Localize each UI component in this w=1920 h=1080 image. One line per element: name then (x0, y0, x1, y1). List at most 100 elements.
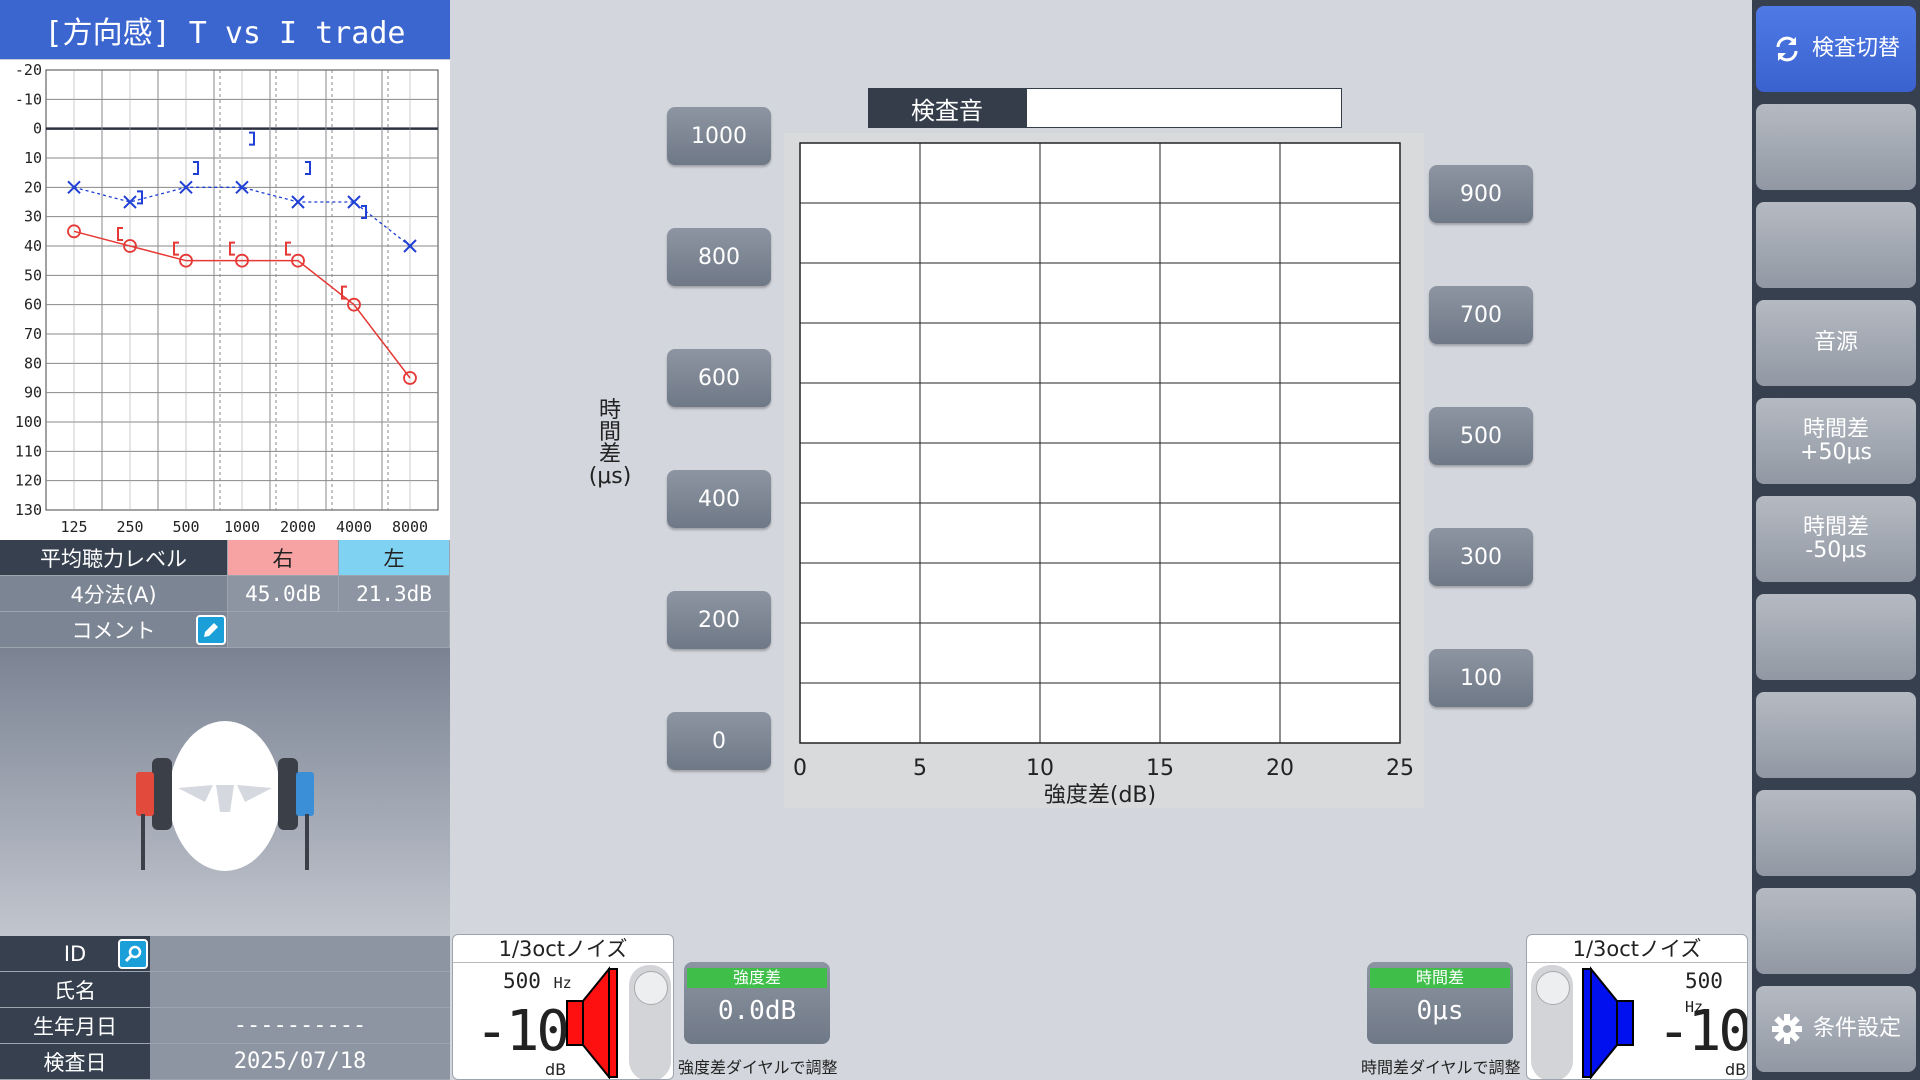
audiogram-x-tick: 500 (172, 518, 199, 536)
x-axis-label: 強度差(dB) (1043, 783, 1157, 808)
sidebar-button-10[interactable] (1756, 888, 1916, 974)
comment-value[interactable] (228, 612, 450, 648)
sidebar-button-7[interactable] (1756, 594, 1916, 680)
settings-button[interactable]: 条件設定 (1756, 986, 1916, 1072)
audiogram-y-tick: -20 (15, 61, 42, 79)
avg-hearing-level-row: 平均聴力レベル 右 左 (0, 540, 450, 576)
left-ear-average: 21.3dB (339, 576, 450, 612)
time-button-500[interactable]: 500 (1429, 407, 1533, 465)
sidebar-button-8[interactable] (1756, 692, 1916, 778)
audiogram-y-tick: 0 (33, 120, 42, 138)
audiogram-y-tick: 120 (15, 472, 42, 490)
time-button-200[interactable]: 200 (667, 591, 771, 649)
y-axis-label: 時 間 差 (μs) (578, 400, 642, 488)
time-button-300[interactable]: 300 (1429, 528, 1533, 586)
patient-name-label: 氏名 (0, 972, 150, 1008)
patient-name-row: 氏名 (0, 972, 450, 1008)
time-button-700[interactable]: 700 (1429, 286, 1533, 344)
sidebar-button-2[interactable] (1756, 104, 1916, 190)
left-signal-panel[interactable]: 1/3octノイズ 500 Hz -10 dB (1526, 934, 1748, 1080)
audiogram-y-tick: 60 (24, 296, 42, 314)
audiogram-y-tick: 50 (24, 266, 42, 284)
patient-id-value[interactable] (150, 936, 450, 972)
time-button-600[interactable]: 600 (667, 349, 771, 407)
patient-id-label-cell: ID (0, 936, 150, 972)
trade-grid-svg[interactable]: 0 5 10 15 20 25 (784, 133, 1424, 808)
time-button-800[interactable]: 800 (667, 228, 771, 286)
audiogram-y-tick: 10 (24, 149, 42, 167)
time-diff-value: 0μs (1416, 996, 1464, 1026)
y-axis-label-line4: (μs) (588, 464, 632, 489)
left-signal-title: 1/3octノイズ (1527, 935, 1747, 963)
comment-row: コメント (0, 612, 450, 648)
right-ear-average: 45.0dB (228, 576, 339, 612)
patient-birth-row: 生年月日 ---------- (0, 1008, 450, 1044)
exam-date-label: 検査日 (0, 1044, 150, 1080)
test-sound-label: 検査音 (868, 88, 1026, 128)
time-button-1000[interactable]: 1000 (667, 107, 771, 165)
y-axis-label-line2: 間 (598, 420, 621, 445)
intensity-diff-value: 0.0dB (717, 996, 797, 1026)
switch-test-label: 検査切替 (1811, 36, 1900, 62)
audiogram-x-tick: 2000 (280, 518, 316, 536)
switch-test-button[interactable]: 検査切替 (1756, 6, 1916, 92)
comment-label: コメント (71, 618, 156, 643)
right-signal-panel[interactable]: 1/3octノイズ 500 Hz -10 dB (452, 934, 674, 1080)
audiogram-y-tick: -10 (15, 90, 42, 108)
time-diff-plus-button[interactable]: 時間差 +50μs (1756, 398, 1916, 484)
patient-birth-label: 生年月日 (0, 1008, 150, 1044)
audiogram-y-tick: 80 (24, 354, 42, 372)
intensity-diff-header: 強度差 (687, 968, 827, 988)
audiogram-x-tick: 1000 (224, 518, 260, 536)
patient-birth-value[interactable]: ---------- (150, 1008, 450, 1044)
time-diff-minus-label2: -50μs (1805, 538, 1867, 563)
pencil-icon (204, 623, 218, 637)
right-signal-unit: dB (545, 1060, 567, 1079)
audiogram-y-tick: 90 (24, 384, 42, 402)
gear-icon (1771, 1013, 1803, 1045)
audiogram-y-tick: 70 (24, 325, 42, 343)
left-panel: [方向感] T vs I trade -20 -10 0 10 20 30 40 50 60 70… (0, 0, 450, 1080)
right-signal-frequency: 500 Hz (503, 969, 572, 993)
patient-name-value[interactable] (150, 972, 450, 1008)
time-diff-minus-button[interactable]: 時間差 -50μs (1756, 496, 1916, 582)
left-signal-unit: dB (1725, 1060, 1747, 1079)
sound-source-button[interactable]: 音源 (1756, 300, 1916, 386)
exam-date-value: 2025/07/18 (150, 1044, 450, 1080)
audiogram-y-tick: 100 (15, 413, 42, 431)
left-signal-level: -10 (1657, 999, 1748, 1064)
time-button-400[interactable]: 400 (667, 470, 771, 528)
patient-id-label: ID (63, 941, 87, 966)
exam-date-row: 検査日 2025/07/18 (0, 1044, 450, 1080)
refresh-icon (1772, 34, 1802, 64)
right-signal-knob[interactable] (629, 965, 671, 1079)
right-signal-title: 1/3octノイズ (453, 935, 673, 963)
avg-hearing-level-label: 平均聴力レベル (0, 540, 228, 576)
right-signal-freq-value: 500 (503, 969, 541, 993)
search-icon (124, 945, 142, 963)
audiogram-y-tick: 40 (24, 237, 42, 255)
left-speaker-icon (1582, 966, 1634, 1079)
settings-label: 条件設定 (1812, 1016, 1901, 1042)
time-diff-header: 時間差 (1370, 968, 1510, 988)
time-diff-plus-label2: +50μs (1800, 440, 1872, 465)
id-search-button[interactable] (118, 939, 148, 969)
audiogram-y-tick: 110 (15, 442, 42, 460)
right-speaker-icon (566, 966, 618, 1079)
left-signal-knob[interactable] (1531, 965, 1573, 1079)
sidebar-button-3[interactable] (1756, 202, 1916, 288)
sidebar-button-9[interactable] (1756, 790, 1916, 876)
time-button-100[interactable]: 100 (1429, 649, 1533, 707)
head-illustration-area (0, 648, 450, 936)
time-button-900[interactable]: 900 (1429, 165, 1533, 223)
intensity-diff-panel[interactable]: 強度差 0.0dB (684, 962, 830, 1044)
comment-edit-button[interactable] (196, 615, 226, 645)
test-sound-value (1026, 88, 1342, 128)
page-title: [方向感] T vs I trade (0, 0, 450, 59)
time-diff-panel[interactable]: 時間差 0μs (1367, 962, 1513, 1044)
trade-grid-x-tick: 0 (793, 756, 807, 781)
time-button-0[interactable]: 0 (667, 712, 771, 770)
audiogram-y-tick: 30 (24, 208, 42, 226)
left-signal-freq-value: 500 (1685, 969, 1723, 993)
audiogram-x-tick: 8000 (392, 518, 428, 536)
